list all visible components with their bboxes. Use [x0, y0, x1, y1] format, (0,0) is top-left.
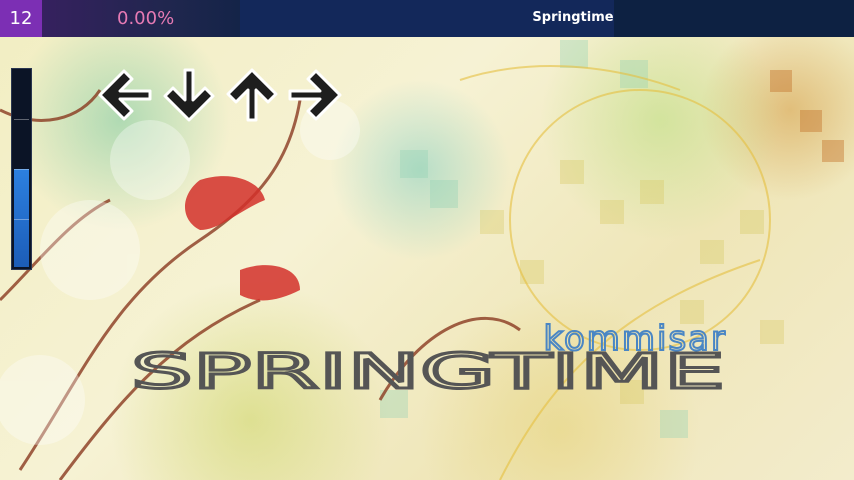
song-banner: kommisar SPRINGTIME: [130, 318, 727, 402]
banner-title: SPRINGTIME: [131, 344, 725, 400]
gameplay-screen: 12 0.00% Springtime kommisar SPRINGTIME: [0, 0, 854, 480]
